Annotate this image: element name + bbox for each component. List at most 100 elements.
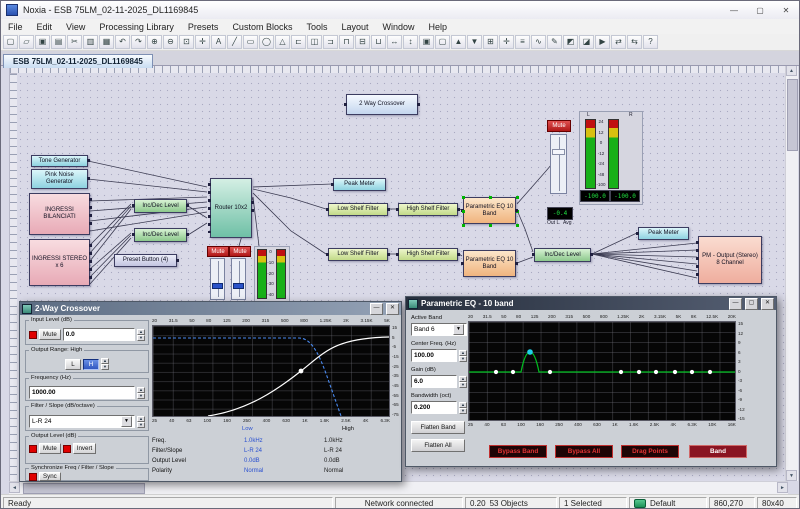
- block-parametric-eq-1[interactable]: Parametric EQ 10 Band: [463, 197, 516, 224]
- block-2way-crossover[interactable]: 2 Way Crossover: [346, 94, 418, 115]
- gain-stepper[interactable]: ▲▼: [459, 376, 467, 388]
- crossover-dialog-titlebar[interactable]: 2-Way Crossover — ✕: [20, 302, 401, 315]
- spin-down-icon[interactable]: ▼: [137, 422, 145, 428]
- block-incdec-level-3[interactable]: Inc/Dec Level: [534, 248, 591, 262]
- group-icon[interactable]: ▣: [419, 35, 434, 49]
- menu-presets[interactable]: Presets: [181, 21, 226, 33]
- help-icon[interactable]: ?: [643, 35, 658, 49]
- spin-down-icon[interactable]: ▼: [101, 364, 109, 370]
- center-freq-stepper[interactable]: ▲▼: [459, 350, 467, 362]
- fill-color-icon[interactable]: ◩: [563, 35, 578, 49]
- close-button[interactable]: ✕: [773, 2, 799, 19]
- layers-icon[interactable]: ≡: [515, 35, 530, 49]
- dialog-minimize-button[interactable]: —: [729, 298, 742, 310]
- pan-icon[interactable]: ✛: [195, 35, 210, 49]
- menu-custom-blocks[interactable]: Custom Blocks: [225, 21, 299, 33]
- ungroup-icon[interactable]: ▢: [435, 35, 450, 49]
- open-file-icon[interactable]: ▱: [19, 35, 34, 49]
- block-tone-generator[interactable]: Tone Generator: [31, 155, 88, 167]
- drag-points-button[interactable]: Drag Points: [621, 445, 679, 458]
- compile-icon[interactable]: ▶: [595, 35, 610, 49]
- zoom-out-icon[interactable]: ⊖: [163, 35, 178, 49]
- block-preset-button[interactable]: Preset Button (4): [114, 254, 177, 267]
- menu-tools[interactable]: Tools: [299, 21, 334, 33]
- same-height-icon[interactable]: ↕: [403, 35, 418, 49]
- block-high-shelf-filter-1[interactable]: High Shelf Filter: [398, 203, 458, 216]
- align-center-icon[interactable]: ◫: [307, 35, 322, 49]
- range-stepper[interactable]: ▲▼: [101, 358, 109, 370]
- grid-icon[interactable]: ⊞: [483, 35, 498, 49]
- new-file-icon[interactable]: ▢: [3, 35, 18, 49]
- band-button[interactable]: Band: [689, 445, 747, 458]
- scroll-left-icon[interactable]: ◄: [9, 482, 20, 493]
- menu-help[interactable]: Help: [422, 21, 455, 33]
- center-freq-value[interactable]: 100.00: [411, 349, 457, 362]
- connect-icon[interactable]: ⇄: [611, 35, 626, 49]
- block-low-shelf-filter-2[interactable]: Low Shelf Filter: [328, 248, 388, 261]
- scroll-right-icon[interactable]: ►: [777, 482, 788, 493]
- input-level-stepper[interactable]: ▲▼: [137, 329, 145, 341]
- spin-down-icon[interactable]: ▼: [137, 393, 145, 399]
- input-mute-button[interactable]: Mute: [39, 329, 61, 340]
- same-width-icon[interactable]: ↔: [387, 35, 402, 49]
- menu-window[interactable]: Window: [376, 21, 422, 33]
- mute-button[interactable]: Mute: [207, 246, 229, 257]
- undo-icon[interactable]: ↶: [115, 35, 130, 49]
- minimize-button[interactable]: —: [721, 2, 747, 19]
- polygon-tool-icon[interactable]: △: [275, 35, 290, 49]
- block-low-shelf-filter-1[interactable]: Low Shelf Filter: [328, 203, 388, 216]
- block-high-shelf-filter-2[interactable]: High Shelf Filter: [398, 248, 458, 261]
- input-level-value[interactable]: 0.0: [63, 328, 135, 341]
- crossover-response-graph[interactable]: [152, 325, 390, 417]
- line-color-icon[interactable]: ◪: [579, 35, 594, 49]
- block-parametric-eq-2[interactable]: Parametric EQ 10 Band: [463, 250, 516, 277]
- label-icon[interactable]: ✎: [547, 35, 562, 49]
- zoom-fit-icon[interactable]: ⊡: [179, 35, 194, 49]
- align-middle-icon[interactable]: ⊟: [355, 35, 370, 49]
- bring-front-icon[interactable]: ▲: [451, 35, 466, 49]
- fader-thumb[interactable]: [212, 283, 223, 289]
- align-right-icon[interactable]: ⊐: [323, 35, 338, 49]
- level-fader[interactable]: [210, 258, 225, 300]
- range-high-button[interactable]: H: [83, 359, 99, 370]
- horizontal-scrollbar[interactable]: ◄ ►: [9, 481, 788, 494]
- vertical-scrollbar[interactable]: ▲ ▼: [785, 65, 798, 481]
- flatten-band-button[interactable]: Flatten Band: [411, 421, 465, 434]
- fader-thumb[interactable]: [552, 149, 565, 155]
- range-low-button[interactable]: L: [65, 359, 81, 370]
- paste-icon[interactable]: ▦: [99, 35, 114, 49]
- dialog-close-button[interactable]: ✕: [761, 298, 774, 310]
- flatten-all-button[interactable]: Flatten All: [411, 439, 465, 452]
- document-tab[interactable]: ESB 75LM_02-11-2025_DL1169845: [3, 54, 153, 68]
- spin-down-icon[interactable]: ▼: [459, 382, 467, 388]
- block-router[interactable]: Router 10x2: [210, 178, 252, 238]
- menu-edit[interactable]: Edit: [30, 21, 60, 33]
- cut-icon[interactable]: ✂: [67, 35, 82, 49]
- chevron-down-icon[interactable]: ▼: [453, 324, 464, 335]
- level-fader[interactable]: [231, 258, 246, 300]
- zoom-in-icon[interactable]: ⊕: [147, 35, 162, 49]
- bypass-band-button[interactable]: Bypass Band: [489, 445, 547, 458]
- maximize-button[interactable]: ▢: [747, 2, 773, 19]
- spin-down-icon[interactable]: ▼: [459, 408, 467, 414]
- dialog-close-button[interactable]: ✕: [386, 303, 399, 315]
- copy-icon[interactable]: ▥: [83, 35, 98, 49]
- block-incdec-level-1[interactable]: Inc/Dec Level: [134, 199, 187, 213]
- invert-button[interactable]: Invert: [73, 443, 96, 454]
- save-icon[interactable]: ▣: [35, 35, 50, 49]
- wire-icon[interactable]: ∿: [531, 35, 546, 49]
- sync-button[interactable]: Sync: [39, 472, 61, 481]
- redo-icon[interactable]: ↷: [131, 35, 146, 49]
- output-fader[interactable]: [550, 134, 567, 194]
- slope-stepper[interactable]: ▲▼: [137, 416, 145, 428]
- rect-tool-icon[interactable]: ▭: [243, 35, 258, 49]
- block-pink-noise-generator[interactable]: Pink Noise Generator: [31, 169, 88, 189]
- bandwidth-stepper[interactable]: ▲▼: [459, 402, 467, 414]
- ellipse-tool-icon[interactable]: ◯: [259, 35, 274, 49]
- align-bottom-icon[interactable]: ⊔: [371, 35, 386, 49]
- block-peak-meter-2[interactable]: Peak Meter: [638, 227, 689, 240]
- title-bar[interactable]: Noxia - ESB 75LM_02-11-2025_DL1169845 — …: [1, 1, 799, 20]
- scrollbar-thumb[interactable]: [23, 483, 145, 494]
- scrollbar-thumb[interactable]: [787, 79, 798, 151]
- bypass-all-button[interactable]: Bypass All: [555, 445, 613, 458]
